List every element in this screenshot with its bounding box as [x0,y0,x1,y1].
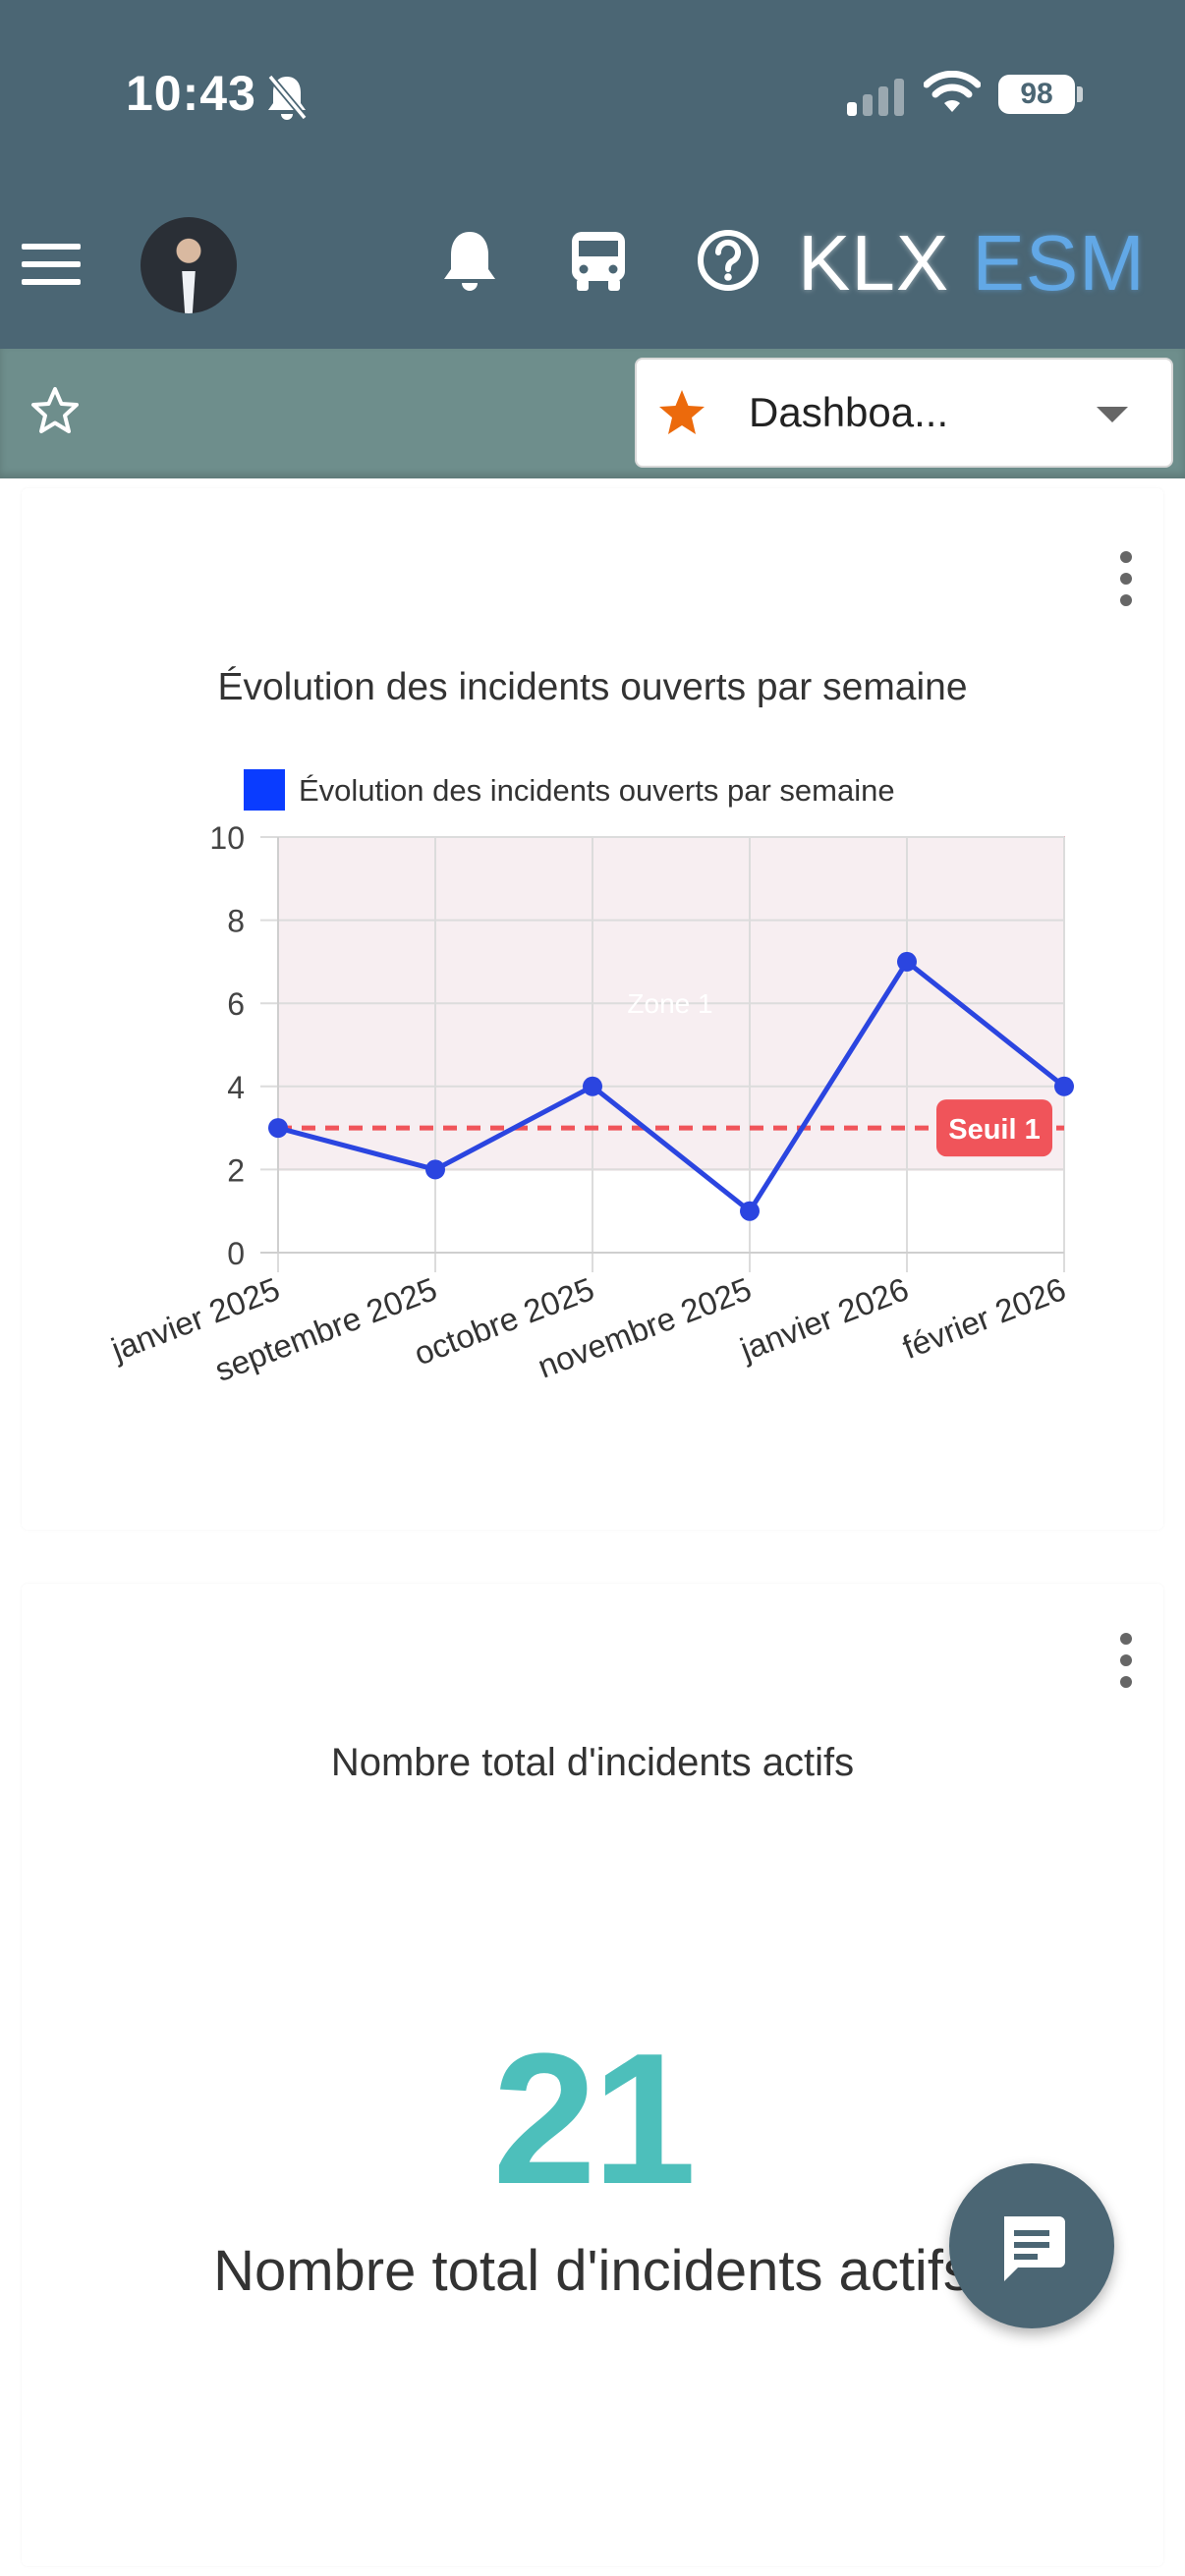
data-point [425,1159,445,1180]
chat-button[interactable] [949,2163,1114,2328]
zone-label: Zone 1 [627,988,712,1019]
x-tick-label: janvier 2026 [734,1270,913,1368]
threshold-label: Seuil 1 [948,1114,1041,1146]
data-point [1054,1076,1074,1096]
x-tick-label: février 2026 [898,1270,1071,1366]
y-tick-label: 6 [227,986,245,1022]
y-tick-label: 8 [227,904,245,939]
legend-label: Évolution des incidents ouverts par sema… [299,773,895,808]
y-tick-label: 4 [227,1070,245,1105]
y-tick-label: 2 [227,1152,245,1188]
kpi-card-title: Nombre total d'incidents actifs [330,1741,855,1784]
data-point [583,1076,602,1096]
kpi-card-menu-icon[interactable] [1118,1633,1134,1688]
chart-title: Évolution des incidents ouverts par sema… [217,666,967,708]
chat-icon [1004,2216,1065,2281]
legend-swatch [244,769,285,811]
data-point [740,1201,760,1221]
data-point [897,951,917,972]
data-point [268,1118,288,1139]
y-tick-label: 10 [209,820,245,856]
y-tick-label: 0 [227,1236,245,1271]
line-chart: Évolution des incidents ouverts par sema… [105,666,1074,1388]
